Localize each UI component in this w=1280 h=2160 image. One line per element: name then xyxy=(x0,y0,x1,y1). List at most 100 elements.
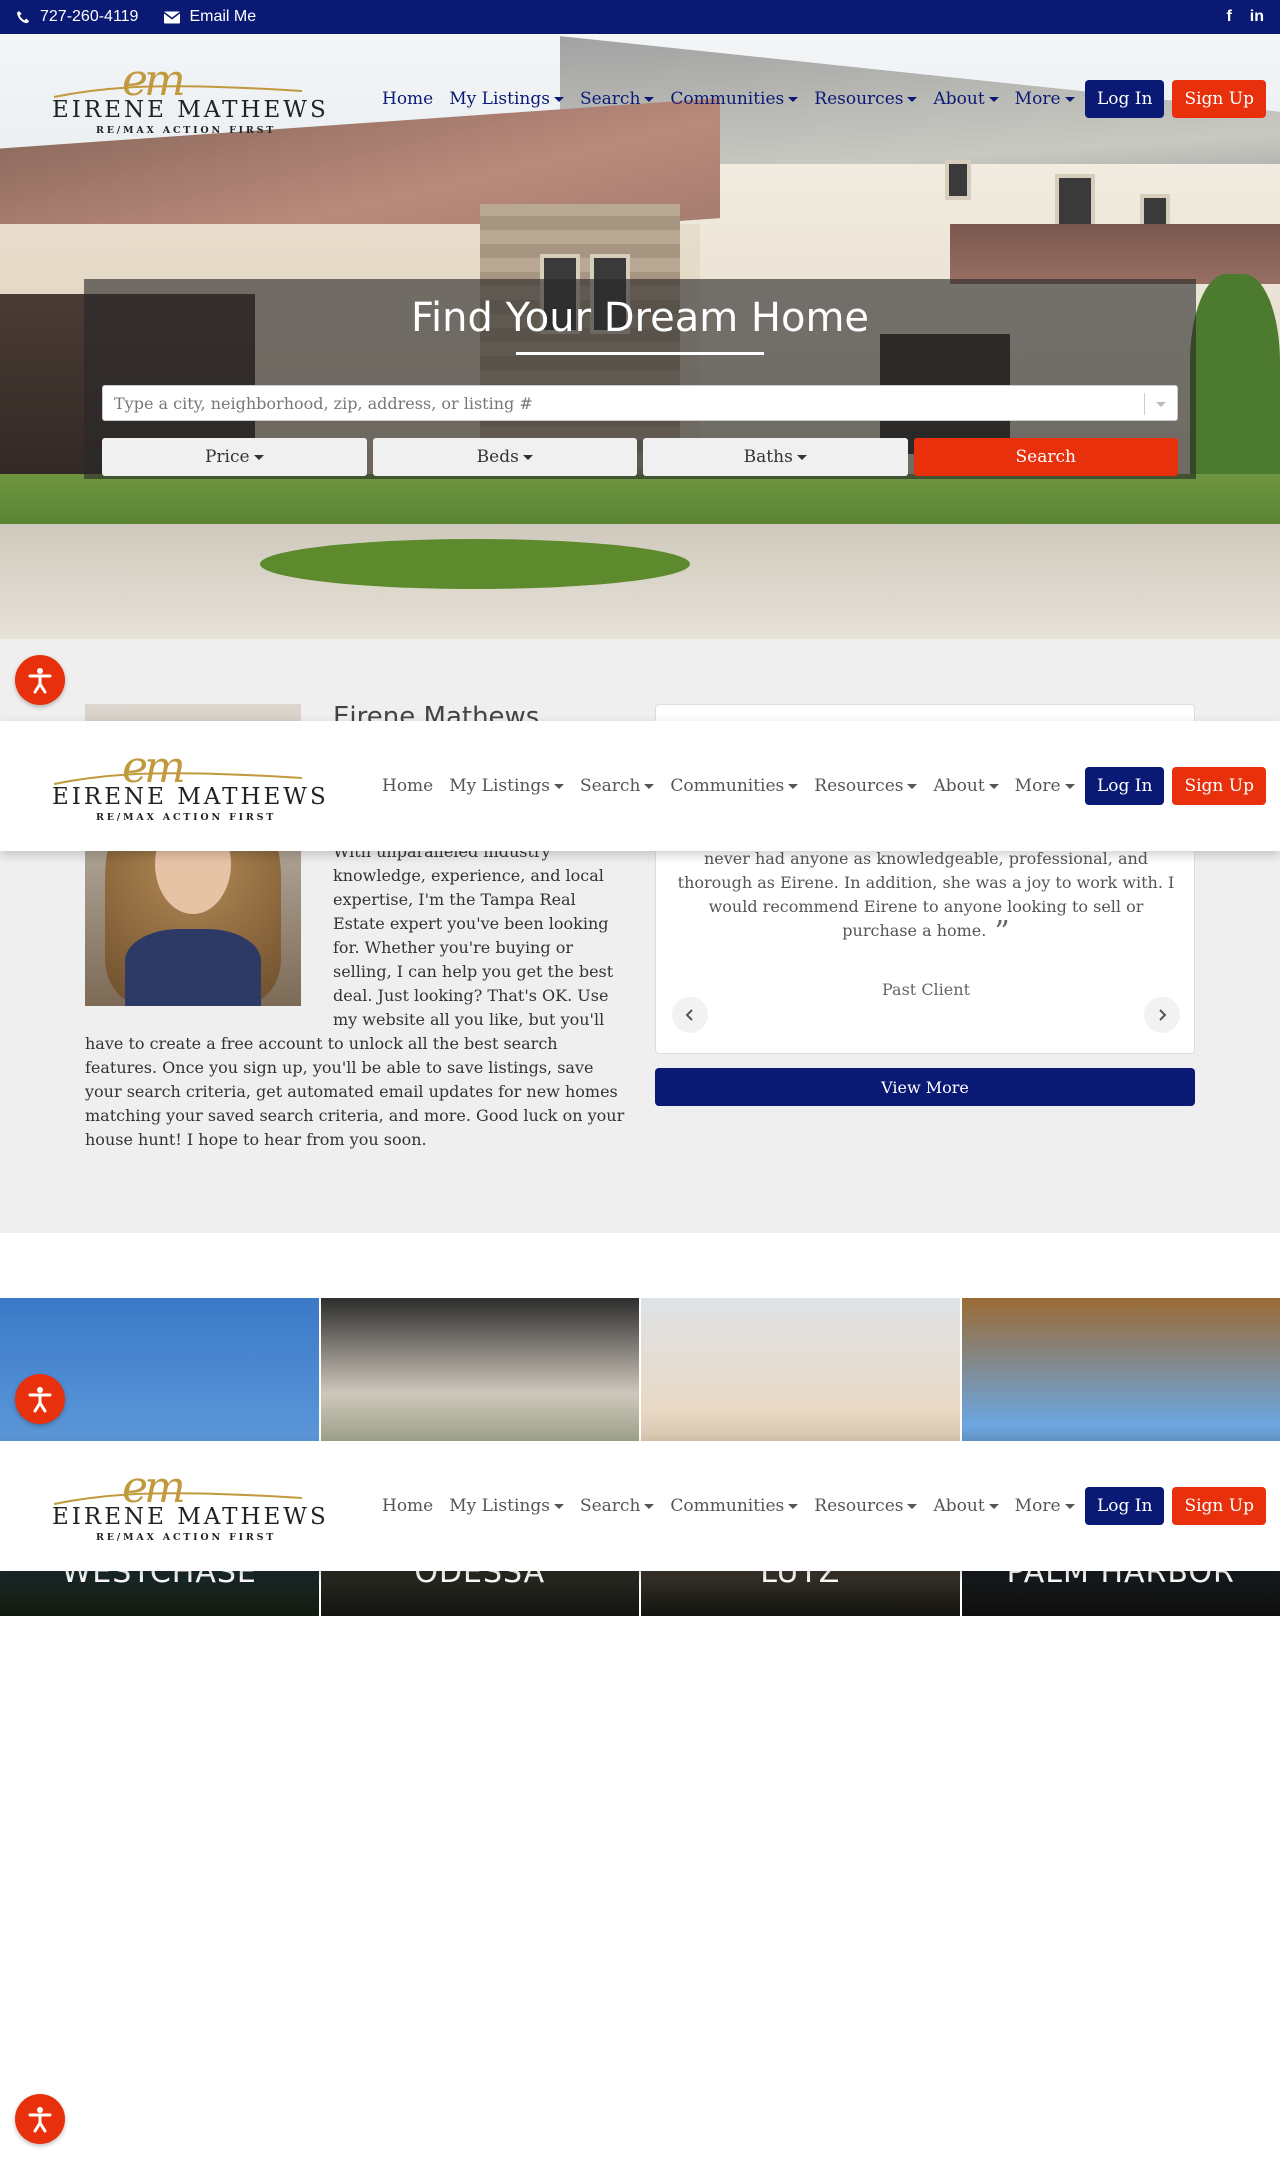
caret-down-icon xyxy=(553,1503,564,1509)
nav-my-listings[interactable]: My Listings xyxy=(441,1496,572,1516)
agent-bio: With unparalleled industry knowledge, ex… xyxy=(85,840,625,1152)
logo-brokerage: RE/MAX ACTION FIRST xyxy=(96,1532,277,1543)
nav-home[interactable]: Home xyxy=(374,1496,441,1516)
testimonial-quote: never had anyone as knowledgeable, profe… xyxy=(677,849,1175,950)
nav-my-listings[interactable]: My Listings xyxy=(441,776,572,796)
caret-down-icon xyxy=(553,96,564,102)
accessibility-icon xyxy=(28,1387,52,1413)
accessibility-icon xyxy=(28,2107,52,2133)
baths-filter[interactable]: Baths xyxy=(643,438,908,476)
nav-resources[interactable]: Resources xyxy=(806,1496,925,1516)
caret-down-icon xyxy=(253,454,264,460)
chevron-right-icon xyxy=(1159,1009,1167,1021)
nav-search[interactable]: Search xyxy=(572,89,662,109)
logo-brokerage: RE/MAX ACTION FIRST xyxy=(96,125,277,136)
caret-down-icon xyxy=(796,454,807,460)
auth-buttons: Log In Sign Up xyxy=(1084,80,1266,118)
nav-resources[interactable]: Resources xyxy=(806,89,925,109)
dropdown-icon[interactable] xyxy=(1156,402,1166,407)
sticky-header: em EIRENE MATHEWS RE/MAX ACTION FIRST Ho… xyxy=(0,1441,1280,1571)
nav-my-listings[interactable]: My Listings xyxy=(441,89,572,109)
caret-down-icon xyxy=(644,1503,655,1509)
caret-down-icon xyxy=(788,1503,799,1509)
site-logo[interactable]: em EIRENE MATHEWS RE/MAX ACTION FIRST xyxy=(52,59,326,139)
beds-filter[interactable]: Beds xyxy=(372,438,637,476)
caret-down-icon xyxy=(1064,1503,1075,1509)
view-more-testimonials-button[interactable]: View More xyxy=(655,1068,1195,1106)
caret-down-icon xyxy=(988,96,999,102)
caret-down-icon xyxy=(907,783,918,789)
caret-down-icon xyxy=(988,1503,999,1509)
email-link[interactable]: Email Me xyxy=(164,8,256,26)
caret-down-icon xyxy=(788,783,799,789)
nav-home[interactable]: Home xyxy=(374,89,441,109)
phone-link[interactable]: 727-260-4119 xyxy=(16,8,138,26)
accessibility-icon xyxy=(28,668,52,694)
testimonial-author: Past Client xyxy=(882,980,970,999)
search-button[interactable]: Search xyxy=(913,438,1178,476)
nav-about[interactable]: About xyxy=(925,1496,1006,1516)
nav-communities[interactable]: Communities xyxy=(662,1496,806,1516)
chevron-left-icon xyxy=(685,1009,693,1021)
nav-more[interactable]: More xyxy=(1007,776,1083,796)
envelope-icon xyxy=(164,11,181,23)
search-filters: Price Beds Baths Search xyxy=(102,438,1178,476)
signup-button[interactable]: Sign Up xyxy=(1172,767,1266,805)
nav-about[interactable]: About xyxy=(925,89,1006,109)
contact-bar: 727-260-4119 Email Me f in xyxy=(0,0,1280,34)
logo-name: EIRENE MATHEWS xyxy=(52,784,329,810)
hero-title: Find Your Dream Home xyxy=(410,295,870,341)
facebook-icon[interactable]: f xyxy=(1226,8,1231,26)
site-logo[interactable]: em EIRENE MATHEWS RE/MAX ACTION FIRST xyxy=(52,1466,326,1546)
signup-button[interactable]: Sign Up xyxy=(1172,1487,1266,1525)
caret-down-icon xyxy=(907,96,918,102)
sticky-header: em EIRENE MATHEWS RE/MAX ACTION FIRST Ho… xyxy=(0,721,1280,851)
next-testimonial-button[interactable] xyxy=(1144,997,1180,1033)
accessibility-button[interactable] xyxy=(15,2094,65,2144)
phone-icon xyxy=(16,10,30,23)
caret-down-icon xyxy=(907,1503,918,1509)
social-links: f in xyxy=(1226,8,1264,26)
nav-more[interactable]: More xyxy=(1007,89,1083,109)
caret-down-icon xyxy=(553,783,564,789)
main-nav: Home My Listings Search Communities Reso… xyxy=(374,776,1083,796)
auth-buttons: Log In Sign Up xyxy=(1084,767,1266,805)
accessibility-button[interactable] xyxy=(15,655,65,705)
nav-communities[interactable]: Communities xyxy=(662,776,806,796)
signup-button[interactable]: Sign Up xyxy=(1172,80,1266,118)
caret-down-icon xyxy=(522,454,533,460)
accessibility-button[interactable] xyxy=(15,1374,65,1424)
caret-down-icon xyxy=(1064,96,1075,102)
nav-more[interactable]: More xyxy=(1007,1496,1083,1516)
email-label: Email Me xyxy=(189,8,257,25)
caret-down-icon xyxy=(644,783,655,789)
login-button[interactable]: Log In xyxy=(1084,767,1165,805)
site-logo[interactable]: em EIRENE MATHEWS RE/MAX ACTION FIRST xyxy=(52,746,326,826)
caret-down-icon xyxy=(788,96,799,102)
nav-about[interactable]: About xyxy=(925,776,1006,796)
linkedin-icon[interactable]: in xyxy=(1250,8,1264,26)
logo-name: EIRENE MATHEWS xyxy=(52,97,329,123)
main-nav: Home My Listings Search Communities Reso… xyxy=(374,89,1083,109)
caret-down-icon xyxy=(644,96,655,102)
nav-search[interactable]: Search xyxy=(572,776,662,796)
login-button[interactable]: Log In xyxy=(1084,80,1165,118)
nav-search[interactable]: Search xyxy=(572,1496,662,1516)
phone-number: 727-260-4119 xyxy=(40,8,139,25)
caret-down-icon xyxy=(1064,783,1075,789)
nav-resources[interactable]: Resources xyxy=(806,776,925,796)
close-quote-icon: ” xyxy=(994,915,1010,950)
search-panel: Find Your Dream Home Type a city, neighb… xyxy=(84,279,1196,479)
main-nav: Home My Listings Search Communities Reso… xyxy=(374,1496,1083,1516)
location-search-input[interactable]: Type a city, neighborhood, zip, address,… xyxy=(102,385,1178,421)
nav-communities[interactable]: Communities xyxy=(662,89,806,109)
login-button[interactable]: Log In xyxy=(1084,1487,1165,1525)
prev-testimonial-button[interactable] xyxy=(672,997,708,1033)
caret-down-icon xyxy=(988,783,999,789)
logo-name: EIRENE MATHEWS xyxy=(52,1504,329,1530)
search-placeholder: Type a city, neighborhood, zip, address,… xyxy=(114,393,533,413)
nav-home[interactable]: Home xyxy=(374,776,441,796)
logo-brokerage: RE/MAX ACTION FIRST xyxy=(96,812,277,823)
price-filter[interactable]: Price xyxy=(102,438,367,476)
auth-buttons: Log In Sign Up xyxy=(1084,1487,1266,1525)
